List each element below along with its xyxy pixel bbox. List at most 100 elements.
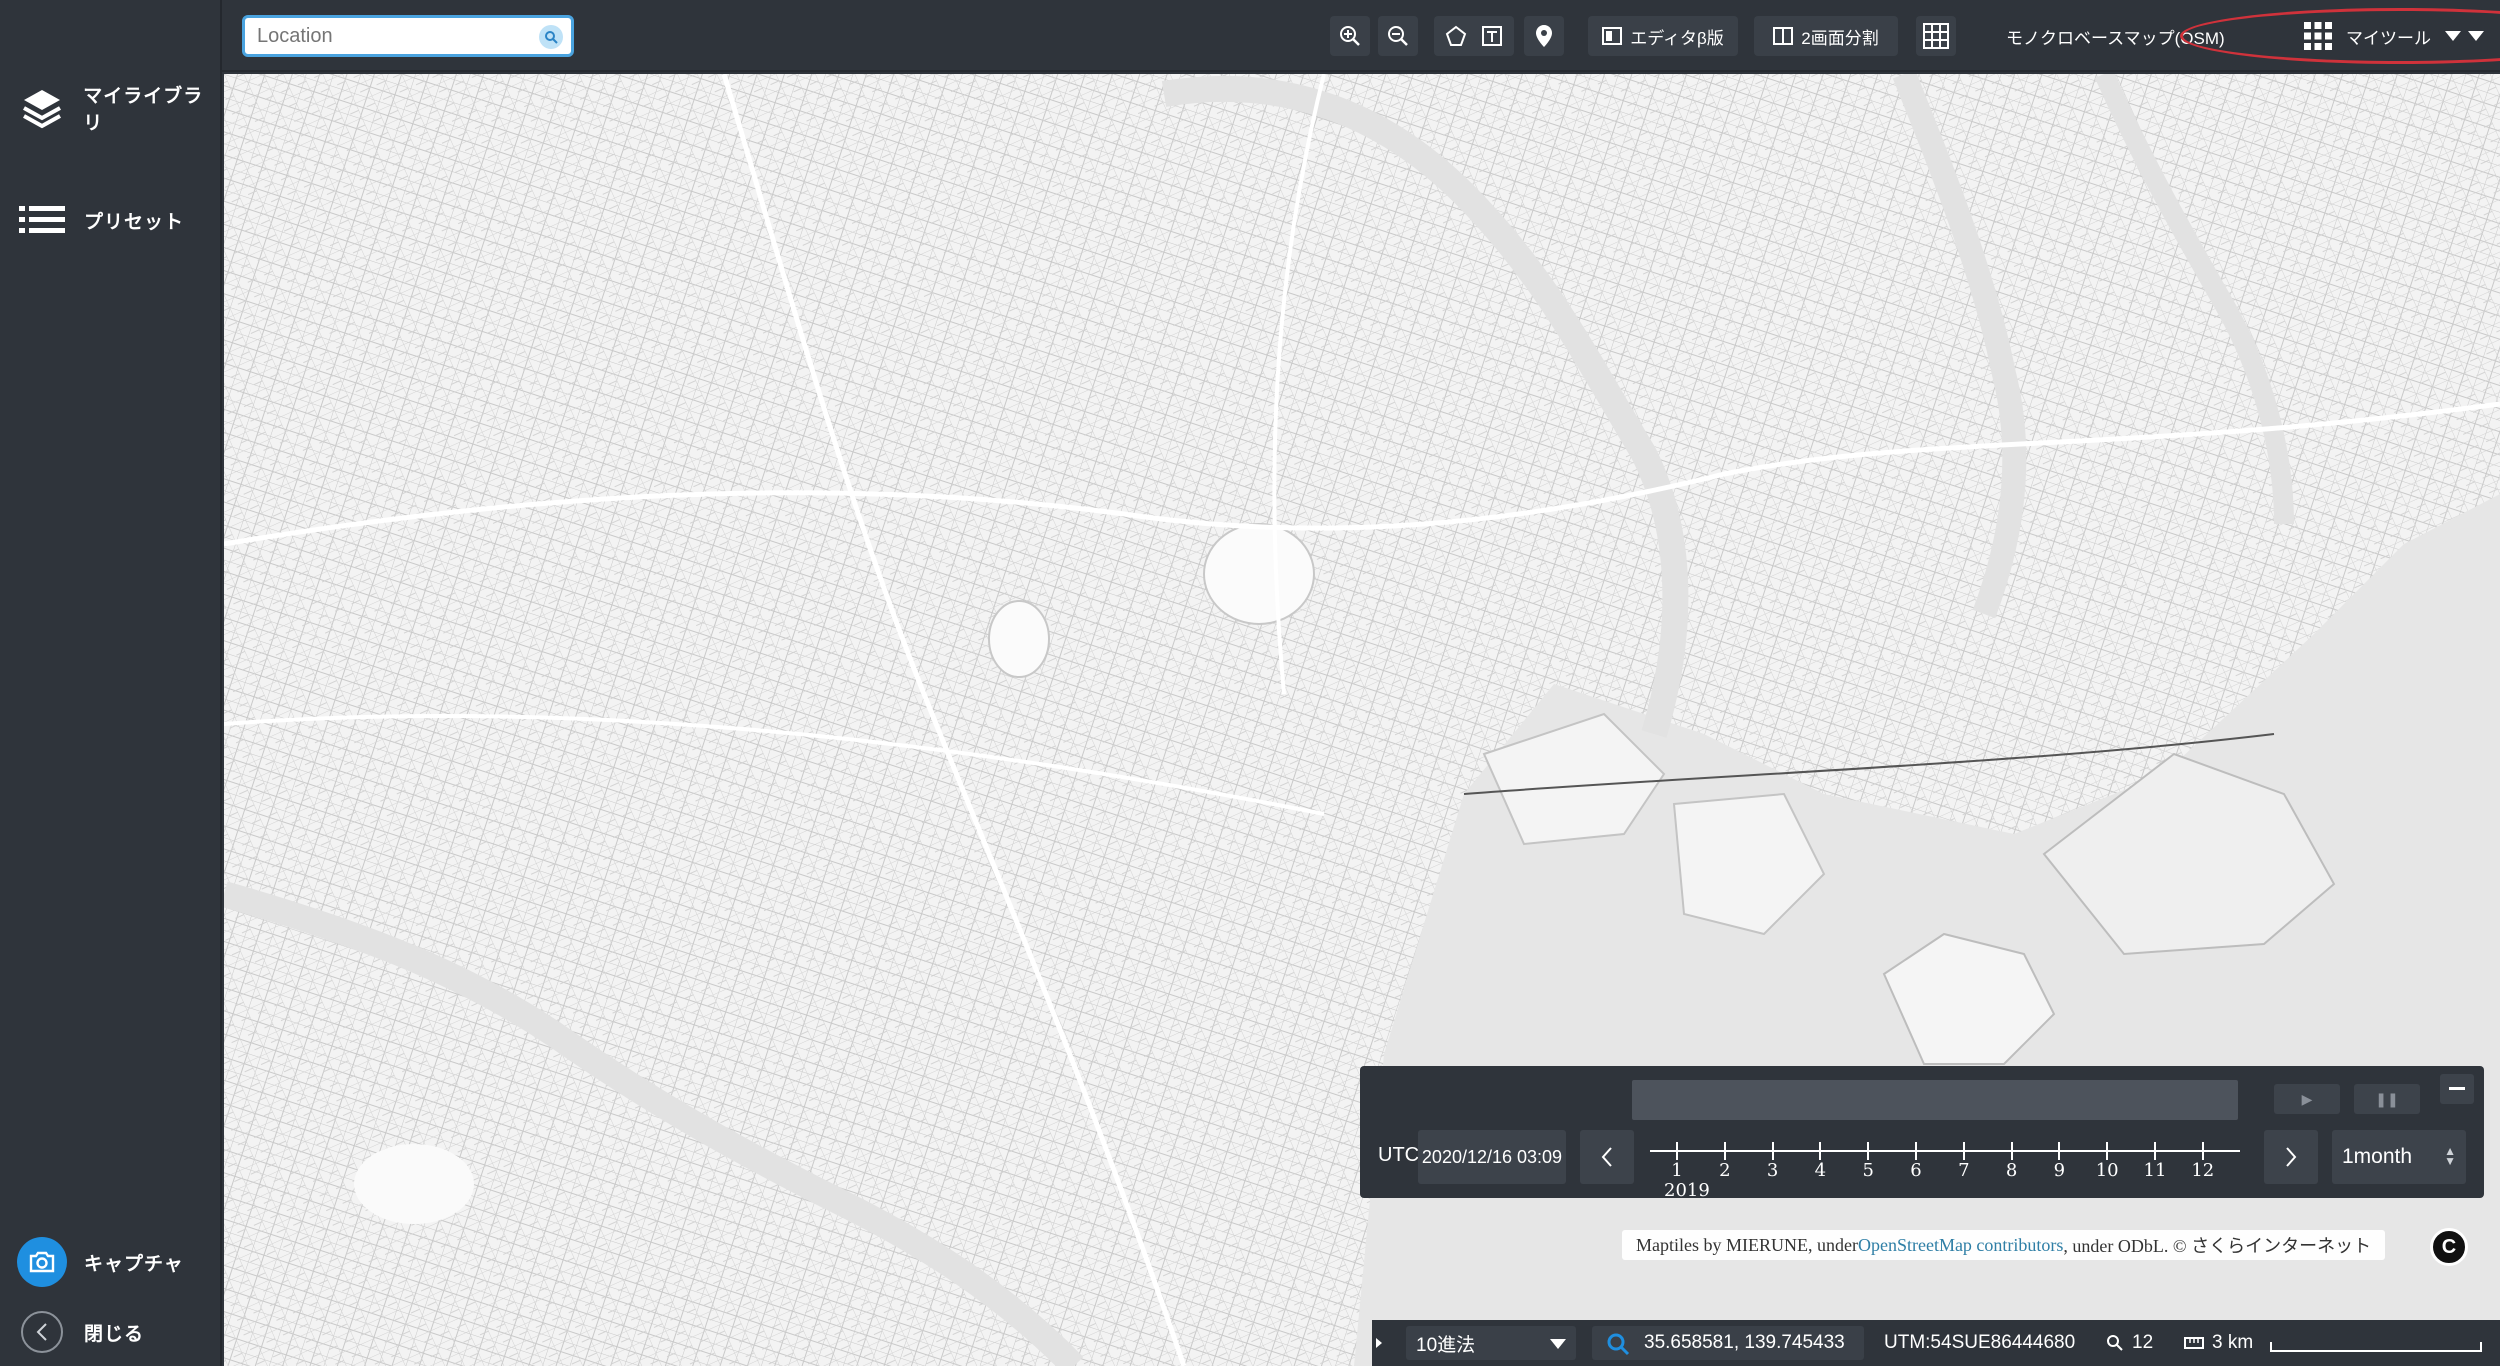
scale-readout: 3 km [2184, 1332, 2253, 1354]
sidebar: マイライブラリ プリセット キャプチャ 閉じる [0, 0, 222, 1366]
layers-icon [0, 86, 83, 130]
timeline-scale[interactable]: 1 2 3 4 5 6 7 8 9 10 11 12 2019 [1650, 1126, 2240, 1201]
timeline-tick [1915, 1142, 1917, 1160]
capture-label: キャプチャ [84, 1253, 184, 1275]
timeline-tick [1867, 1142, 1870, 1160]
text-icon [1482, 26, 1502, 46]
current-datetime[interactable]: 2020/12/16 03:09 [1418, 1130, 1566, 1184]
timeline-month-label: 3 [1766, 1160, 1779, 1181]
coordinates-value: 35.658581, 139.745433 [1644, 1332, 1845, 1353]
minimize-timeline-button[interactable] [2440, 1074, 2474, 1104]
timeline-month-label: 9 [2053, 1160, 2066, 1181]
osm-contributors-link[interactable]: OpenStreetMap contributors [1858, 1235, 2063, 1256]
timeline-tick [1723, 1142, 1726, 1160]
timeline-axis [1650, 1150, 2240, 1152]
attribution-prefix: Maptiles by MIERUNE, under [1636, 1234, 1858, 1255]
camera-icon [17, 1237, 67, 1287]
close-sidebar-button[interactable]: 閉じる [0, 1292, 222, 1366]
timeline-tick [1819, 1142, 1822, 1160]
polygon-icon [1445, 25, 1467, 46]
minus-icon [2449, 1087, 2465, 1090]
timeline-tick [1676, 1142, 1678, 1160]
timeline-month-label: 7 [1958, 1160, 1970, 1181]
ruler-icon [2184, 1337, 2204, 1349]
split-label: 2画面分割 [1801, 28, 1879, 48]
step-value: 1month [2342, 1145, 2413, 1168]
zoom-in-button[interactable] [1330, 16, 1370, 56]
sidebar-item-label: マイライブラリ [83, 86, 204, 134]
collapse-status-button[interactable] [1372, 1320, 1386, 1366]
map-pin-icon [1536, 25, 1552, 47]
timeline-tick [2010, 1142, 2013, 1160]
editor-beta-button[interactable]: エディタβ版 [1588, 16, 1738, 56]
copyright-badge[interactable]: C [2430, 1228, 2468, 1266]
top-toolbar: エディタβ版 2画面分割 モノクロベースマップ(OSM) マイツール [222, 0, 2500, 72]
sidebar-item-label: プリセット [84, 211, 185, 233]
app-root: マイライブラリ プリセット キャプチャ 閉じる Location エディタβ版 … [0, 0, 2500, 1366]
zoom-readout: 12 [2106, 1332, 2153, 1354]
list-icon [0, 205, 84, 235]
zoom-out-icon [1388, 26, 1408, 46]
search-icon[interactable] [539, 25, 563, 49]
location-search [242, 15, 574, 57]
search-input[interactable] [245, 24, 515, 48]
grid-icon [1923, 23, 1949, 49]
radix-value: 10進法 [1416, 1334, 1476, 1356]
pause-button[interactable]: ❚❚ [2354, 1084, 2420, 1114]
status-bar: 10進法 35.658581, 139.745433 UTM:54SUE8644… [1372, 1320, 2500, 1366]
editor-icon [1602, 27, 1623, 45]
draw-tools-button[interactable] [1434, 16, 1514, 56]
pin-button[interactable] [1524, 16, 1564, 56]
zoom-out-button[interactable] [1378, 16, 1418, 56]
zoom-value: 12 [2132, 1332, 2154, 1353]
timeline-month-label: 2 [1719, 1160, 1731, 1181]
timeline-tick [2058, 1142, 2061, 1160]
next-step-button[interactable] [2264, 1130, 2318, 1184]
previous-step-button[interactable] [1580, 1130, 1634, 1184]
sidebar-item-presets[interactable]: プリセット [0, 180, 222, 260]
chevron-left-icon [21, 1311, 63, 1353]
timeline-year: 2019 [1664, 1180, 1710, 1201]
step-select[interactable]: 1month ▲ ▼ [2332, 1130, 2466, 1184]
apps-grid-icon [2304, 22, 2332, 50]
zoom-in-icon [1340, 26, 1360, 46]
chevron-down-icon [2445, 31, 2461, 41]
timeline-tick [2154, 1142, 2156, 1160]
search-icon [1607, 1333, 1630, 1356]
magnifier-icon [2107, 1335, 2123, 1351]
copyright-icon: C [2441, 1235, 2457, 1258]
timeline-tick [2201, 1142, 2204, 1160]
timeline-panel: ▶ ❚❚ UTC 2020/12/16 03:09 1 2 3 4 5 6 7 8 9 10 11 1… [1360, 1066, 2484, 1201]
grid-button[interactable] [1916, 16, 1956, 56]
attribution-suffix: , under ODbL. © さくらインターネット [2063, 1236, 2372, 1256]
sidebar-item-my-library[interactable]: マイライブラリ [0, 68, 222, 148]
pause-icon: ❚❚ [2375, 1090, 2399, 1107]
timeline-month-label: 6 [1910, 1160, 1922, 1181]
timeline-tick [1771, 1142, 1774, 1160]
chevron-down-icon [1550, 1339, 1566, 1349]
timeline-month-label: 5 [1862, 1160, 1874, 1181]
split-screen-button[interactable]: 2画面分割 [1754, 16, 1898, 56]
chevron-left-icon [1601, 1147, 1612, 1167]
map-attribution: Maptiles by MIERUNE, under OpenStreetMap… [1622, 1230, 2386, 1260]
timeline-tick [2106, 1142, 2109, 1160]
timeline-track[interactable] [1632, 1080, 2238, 1120]
timeline-month-label: 4 [1814, 1160, 1827, 1181]
play-button[interactable]: ▶ [2274, 1084, 2340, 1114]
chevron-right-icon [2286, 1147, 2297, 1167]
timeline-month-label: 8 [2005, 1160, 2018, 1181]
timeline-month-label: 1 [1671, 1160, 1683, 1181]
capture-icon-wrap [0, 1237, 84, 1287]
coordinate-search[interactable]: 35.658581, 139.745433 [1592, 1326, 1864, 1360]
play-icon: ▶ [2301, 1090, 2313, 1107]
coordinate-format-select[interactable]: 10進法 [1406, 1326, 1576, 1360]
capture-button[interactable]: キャプチャ [0, 1222, 222, 1302]
timeline-month-label: 12 [2191, 1160, 2215, 1181]
editor-label: エディタβ版 [1630, 28, 1724, 48]
timeline-month-label: 11 [2143, 1160, 2167, 1181]
caret-right-icon [1376, 1338, 1382, 1348]
close-icon-wrap [0, 1311, 84, 1353]
timezone-label: UTC [1378, 1144, 1420, 1166]
utm-readout: UTM:54SUE86444680 [1884, 1332, 2076, 1353]
my-tools-button[interactable]: マイツール [2294, 16, 2484, 56]
